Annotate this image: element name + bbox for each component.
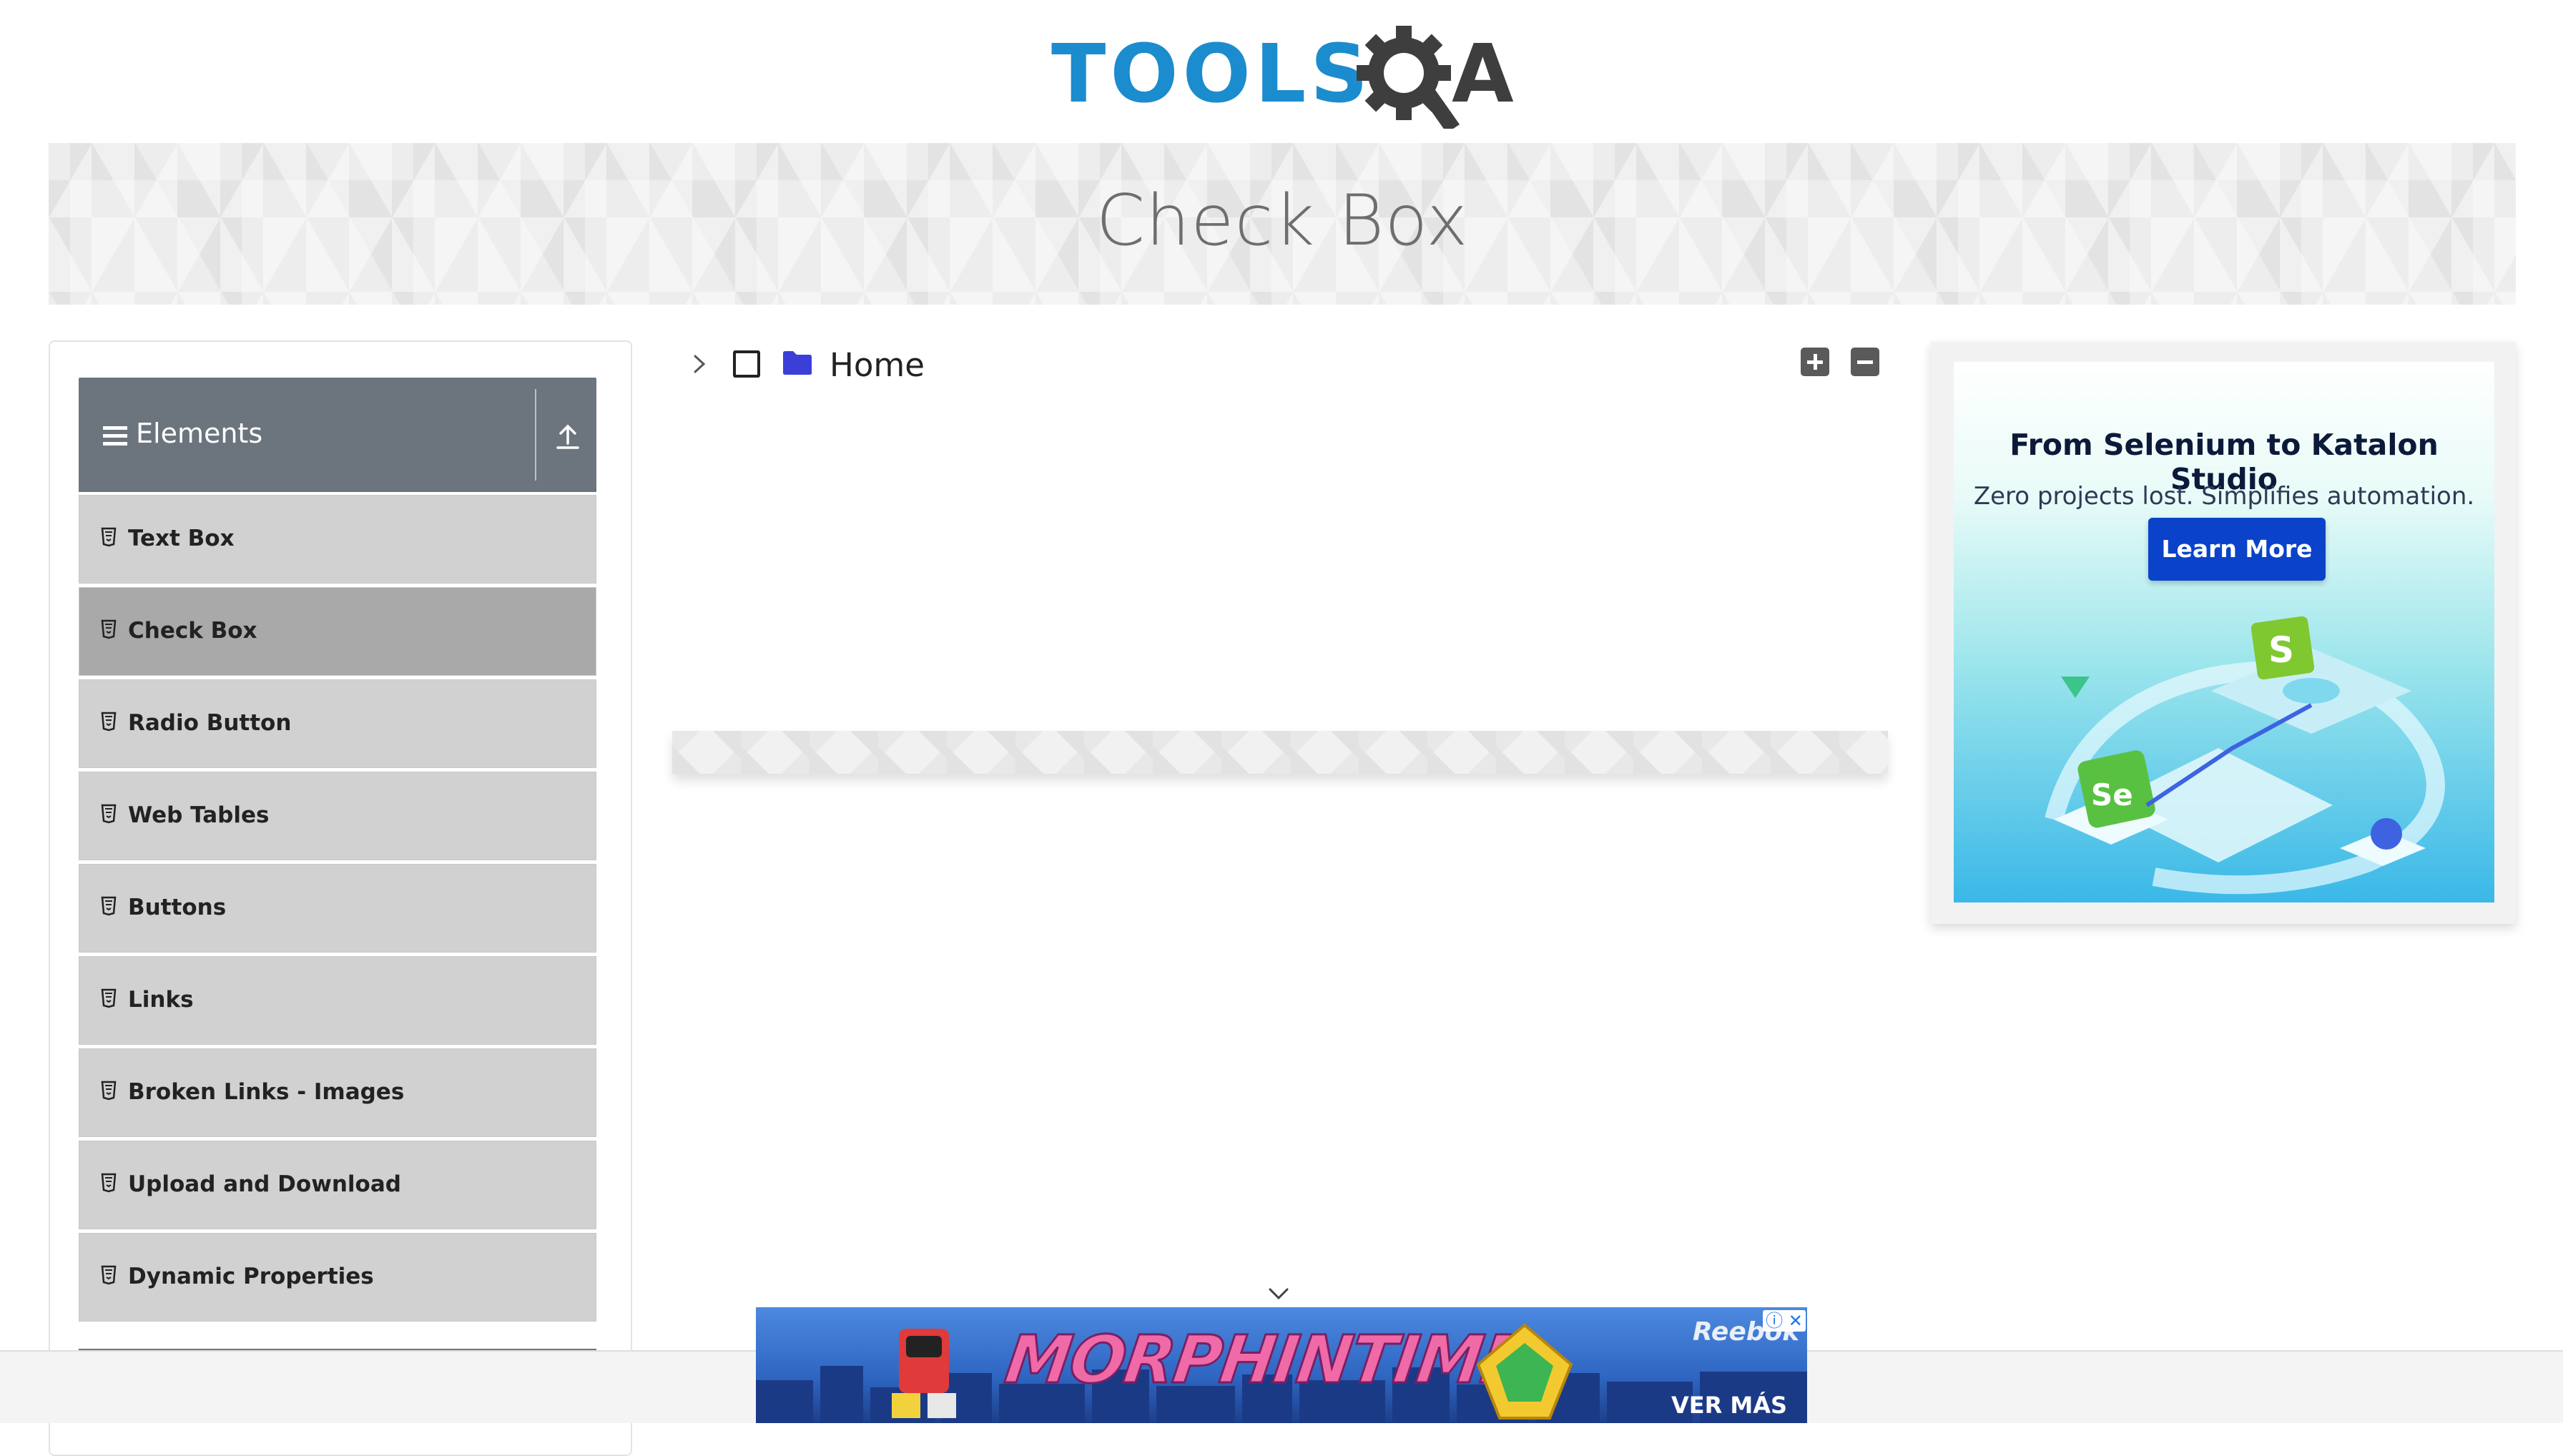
tree-node-label[interactable]: Home: [830, 346, 925, 384]
html5-icon: [101, 619, 117, 639]
html5-icon: [101, 1081, 117, 1101]
folder-icon: [783, 351, 812, 375]
header-divider: [535, 389, 536, 481]
hamburger-icon: [103, 426, 127, 446]
sidebar-item-label: Web Tables: [128, 802, 270, 828]
elements-menu-list: Text Box Check Box Radio Button Web Tabl…: [79, 495, 596, 1325]
sidebar-item-label: Links: [128, 987, 194, 1013]
ad-frame-right: From Selenium to Katalon Studio Zero pro…: [1931, 342, 2516, 924]
sidebar-item-links[interactable]: Links: [79, 956, 596, 1045]
page-banner: Check Box: [49, 143, 2516, 305]
left-panel: Elements Text Box Check Box Radio Button…: [49, 340, 632, 1456]
sidebar-item-radio-button[interactable]: Radio Button: [79, 679, 596, 768]
ad-badge-s: S: [2268, 629, 2294, 671]
sidebar-item-label: Check Box: [128, 618, 257, 644]
elements-group-header[interactable]: Elements: [79, 378, 596, 492]
toolsqa-logo[interactable]: TOOLS A: [1051, 21, 1516, 132]
logo-text-a: A: [1452, 28, 1514, 121]
expand-all-button[interactable]: [1801, 348, 1829, 376]
sidebar-item-label: Text Box: [128, 526, 235, 551]
chevron-right-icon[interactable]: [692, 353, 707, 375]
sidebar-item-label: Radio Button: [128, 710, 292, 736]
sidebar-item-web-tables[interactable]: Web Tables: [79, 772, 596, 860]
powerrangers-ad[interactable]: MORPHINTIME Reebok VER MÁS ⓘ ✕: [756, 1307, 1807, 1423]
html5-icon: [101, 988, 117, 1008]
sidebar-item-label: Buttons: [128, 895, 227, 920]
power-coin-graphic: [1476, 1323, 1573, 1420]
html5-icon: [101, 804, 117, 824]
ad-illustration: S Se: [2045, 616, 2445, 895]
result-area: [672, 731, 1888, 774]
home-checkbox[interactable]: [733, 350, 760, 378]
html5-icon: [101, 712, 117, 732]
sidebar-item-broken-links[interactable]: Broken Links - Images: [79, 1048, 596, 1137]
page-title: Check Box: [1096, 180, 1469, 262]
group-title: Elements: [136, 418, 263, 449]
katalon-ad[interactable]: From Selenium to Katalon Studio Zero pro…: [1954, 362, 2494, 902]
html5-icon: [101, 1265, 117, 1285]
ad-subtitle: Zero projects lost. Simplifies automatio…: [1973, 482, 2475, 511]
ad-headline: MORPHINTIME: [1000, 1321, 1532, 1400]
chevron-down-icon[interactable]: [1267, 1286, 1290, 1302]
ver-mas-link[interactable]: VER MÁS: [1671, 1392, 1787, 1419]
html5-icon: [101, 896, 117, 916]
sidebar-item-buttons[interactable]: Buttons: [79, 864, 596, 953]
sidebar-item-text-box[interactable]: Text Box: [79, 495, 596, 584]
sidebar-item-dynamic-properties[interactable]: Dynamic Properties: [79, 1233, 596, 1322]
collapse-all-button[interactable]: [1851, 348, 1879, 376]
learn-more-button[interactable]: Learn More: [2148, 518, 2326, 581]
ad-close-icon[interactable]: ⓘ ✕: [1763, 1310, 1806, 1332]
sidebar-item-upload-download[interactable]: Upload and Download: [79, 1141, 596, 1229]
ad-badge-se: Se: [2091, 777, 2133, 812]
html5-icon: [101, 527, 117, 547]
sidebar-item-label: Broken Links - Images: [128, 1079, 405, 1105]
sidebar-item-check-box[interactable]: Check Box: [79, 587, 596, 676]
checkbox-tree: Home: [683, 342, 1184, 392]
sidebar-item-label: Dynamic Properties: [128, 1264, 374, 1289]
html5-icon: [101, 1173, 117, 1193]
sidebar-item-label: Upload and Download: [128, 1171, 401, 1197]
arrow-up-icon[interactable]: [555, 422, 581, 451]
ranger-figure-graphic: [892, 1329, 956, 1418]
logo-text-tools: TOOLS: [1051, 28, 1372, 121]
